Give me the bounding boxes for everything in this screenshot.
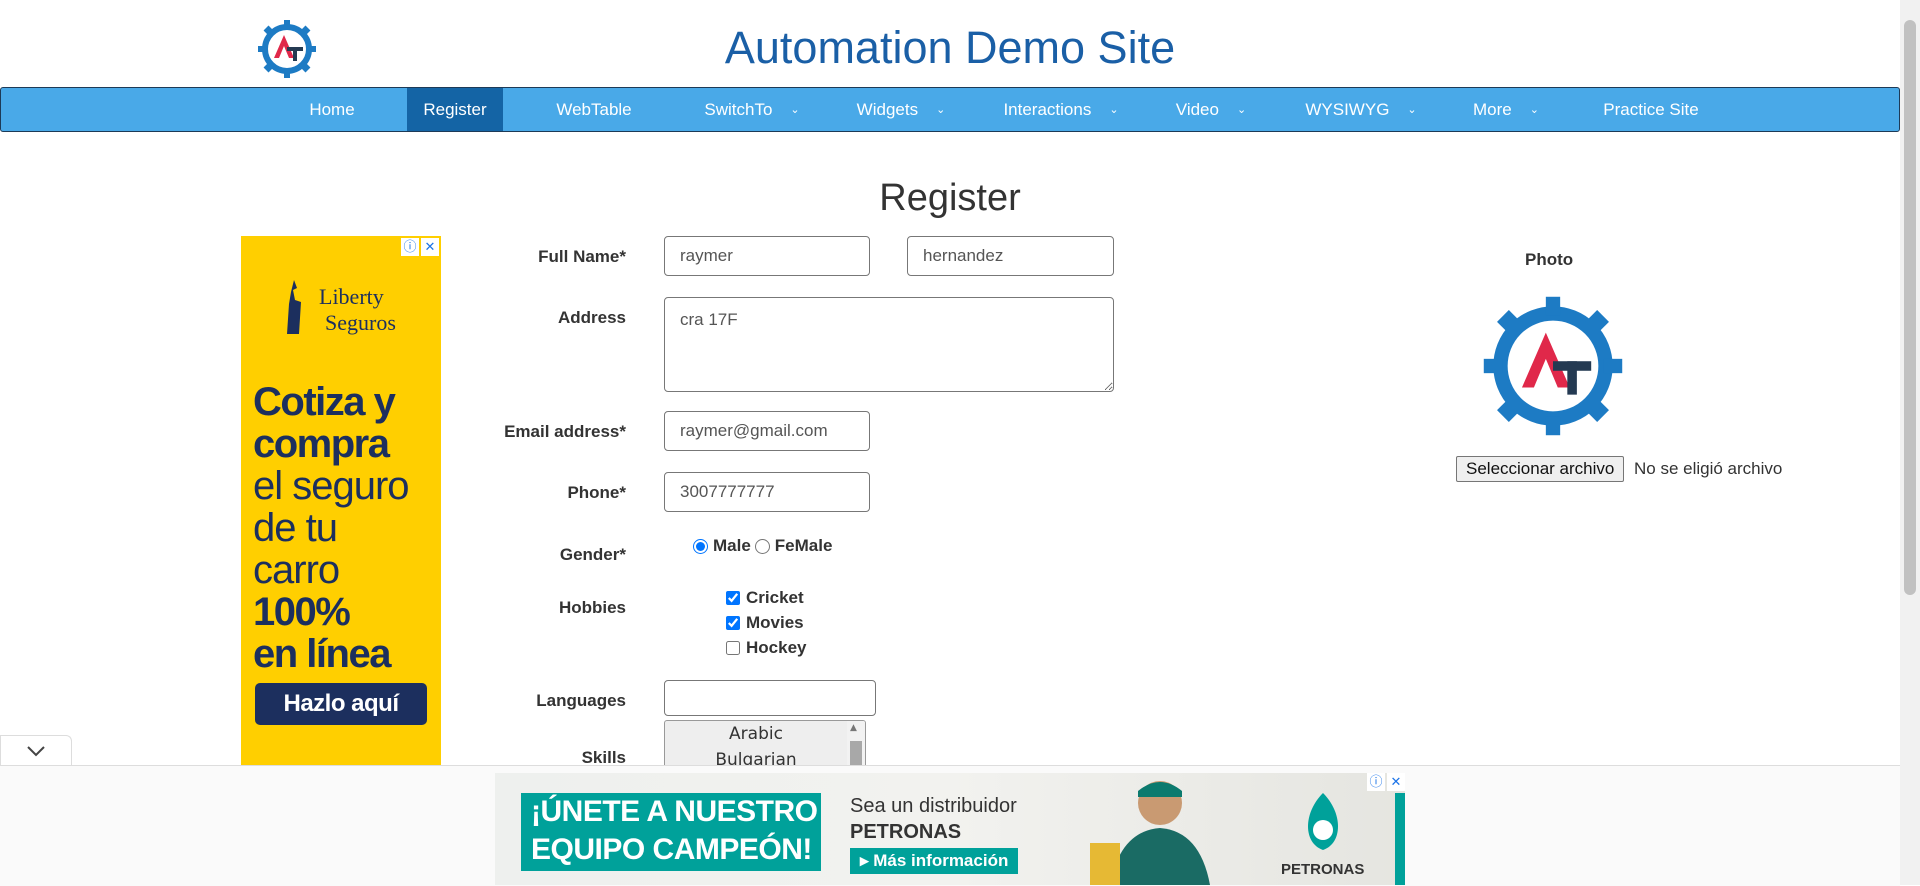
photo-label: Photo	[1525, 250, 1574, 269]
phone-label: Phone*	[567, 483, 626, 502]
nav-register[interactable]: Register	[407, 88, 503, 131]
nav-video[interactable]: Video ⌄	[1161, 88, 1261, 131]
chevron-down-icon: ⌄	[790, 104, 800, 117]
petronas-logo-icon	[1308, 793, 1338, 850]
ad-close-icon[interactable]: ✕	[1387, 773, 1405, 791]
ad-bottom-headline-line: ¡ÚNETE A NUESTRO	[531, 795, 818, 828]
nav-home[interactable]: Home	[291, 88, 373, 131]
ad-bottom-brand: PETRONAS	[1281, 861, 1365, 878]
ad-bottom-stripe	[1395, 793, 1405, 885]
gender-male-option[interactable]: Male	[693, 536, 751, 556]
collapse-ad-button[interactable]	[0, 735, 72, 766]
languages-multiselect[interactable]	[664, 680, 876, 716]
address-label: Address	[557, 308, 626, 327]
hobby-hockey[interactable]: Hockey	[726, 638, 806, 658]
ad-bottom-headline-line: EQUIPO CAMPEÓN!	[531, 833, 812, 866]
chevron-down-icon: ⌄	[1236, 104, 1247, 117]
email-input[interactable]	[664, 411, 870, 451]
first-name-input[interactable]	[664, 236, 870, 276]
page-title: Register	[879, 177, 1021, 219]
email-label: Email address*	[504, 422, 626, 441]
skills-option[interactable]: Arabic	[665, 721, 847, 747]
site-title: Automation Demo Site	[724, 22, 1176, 73]
person-image	[1090, 781, 1210, 885]
main-navbar: Home Register WebTable SwitchTo ⌄ Widgets…	[0, 87, 1900, 132]
chevron-down-icon: ⌄	[1109, 104, 1119, 117]
ad-brand-line1: Liberty	[319, 284, 384, 309]
choose-file-button[interactable]: Seleccionar archivo	[1456, 456, 1625, 482]
gender-male-radio[interactable]	[693, 538, 708, 554]
nav-switchto[interactable]: SwitchTo ⌄	[687, 88, 817, 131]
chevron-down-icon	[27, 746, 45, 757]
ad-bottom-sub-line: Sea un distribuidor	[850, 795, 1017, 817]
ad-headline-line: en línea	[253, 632, 391, 676]
nav-webtable[interactable]: WebTable	[536, 88, 652, 131]
gender-label: Gender*	[559, 545, 626, 564]
nav-wysiwyg[interactable]: WYSIWYG ⌄	[1291, 88, 1431, 131]
nav-practice-site[interactable]: Practice Site	[1586, 88, 1716, 131]
ad-bottom-banner[interactable]: ¡ÚNETE A NUESTRO EQUIPO CAMPEÓN! Sea un …	[495, 773, 1405, 885]
hobby-hockey-checkbox[interactable]	[726, 641, 740, 655]
address-textarea[interactable]: cra 17F	[664, 297, 1114, 392]
gender-radio-group: Male FeMale	[693, 536, 836, 556]
hobby-movies-checkbox[interactable]	[726, 616, 740, 630]
ad-bottom-headline: ¡ÚNETE A NUESTRO EQUIPO CAMPEÓN!	[521, 793, 821, 871]
ad-bottom-sub-line: PETRONAS	[850, 821, 962, 843]
ad-headline-line: Cotiza y	[253, 380, 396, 424]
ad-bottom-subtext: Sea un distribuidor PETRONAS	[850, 793, 1017, 845]
nav-interactions[interactable]: Interactions ⌄	[991, 88, 1131, 131]
full-name-label: Full Name*	[538, 247, 626, 266]
chevron-down-icon: ⌄	[1407, 104, 1417, 117]
nav-widgets[interactable]: Widgets ⌄	[841, 88, 961, 131]
hobby-movies[interactable]: Movies	[726, 613, 804, 633]
phone-input[interactable]	[664, 472, 870, 512]
statue-of-liberty-icon	[287, 280, 301, 334]
hobby-cricket-checkbox[interactable]	[726, 591, 740, 605]
page-scrollbar-thumb[interactable]	[1904, 20, 1916, 595]
ad-info-icon[interactable]: ⓘ	[1367, 773, 1385, 791]
hobbies-label: Hobbies	[558, 598, 626, 617]
ad-bottom-cta-button[interactable]: ▸ Más información	[850, 848, 1019, 874]
adchoices[interactable]: ⓘ ✕	[1367, 773, 1405, 791]
gender-female-radio[interactable]	[754, 538, 770, 554]
page-scrollbar[interactable]	[1900, 0, 1920, 885]
file-status-text: No se eligió archivo	[1634, 459, 1783, 478]
nav-more[interactable]: More ⌄	[1461, 88, 1551, 131]
chevron-down-icon: ⌄	[1529, 104, 1539, 117]
photo-preview-image	[1483, 296, 1623, 436]
chevron-down-icon: ⌄	[936, 104, 946, 117]
last-name-input[interactable]	[907, 236, 1114, 276]
hobby-cricket[interactable]: Cricket	[726, 588, 804, 608]
gender-female-option[interactable]: FeMale	[754, 536, 832, 556]
languages-label: Languages	[536, 691, 626, 710]
